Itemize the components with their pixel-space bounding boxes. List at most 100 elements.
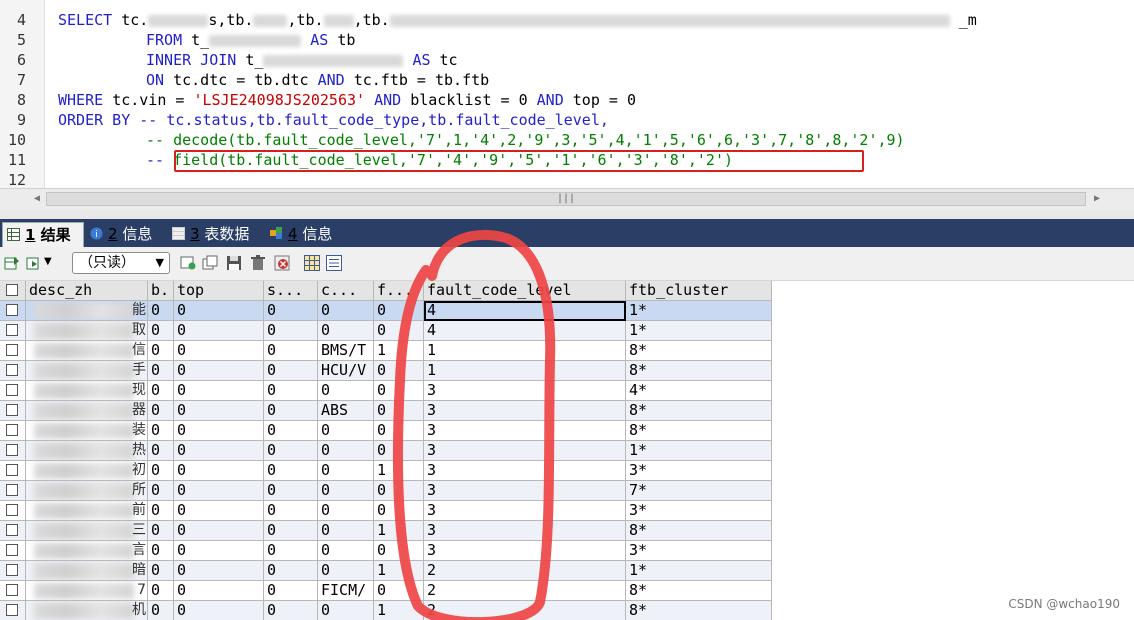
- table-cell[interactable]: 8*: [626, 421, 772, 441]
- row-checkbox[interactable]: [6, 524, 18, 536]
- table-cell[interactable]: 4: [424, 301, 626, 321]
- table-cell[interactable]: 8*: [626, 581, 772, 601]
- table-cell[interactable]: 7: [26, 581, 148, 601]
- table-cell[interactable]: 2: [424, 561, 626, 581]
- table-cell[interactable]: 0: [374, 541, 424, 561]
- table-cell[interactable]: 0: [174, 401, 264, 421]
- table-cell[interactable]: 手: [26, 361, 148, 381]
- row-checkbox-cell[interactable]: [0, 501, 26, 521]
- table-cell[interactable]: 8*: [626, 401, 772, 421]
- table-cell[interactable]: 1: [374, 561, 424, 581]
- table-cell[interactable]: 3*: [626, 541, 772, 561]
- row-checkbox[interactable]: [6, 424, 18, 436]
- table-cell[interactable]: 7*: [626, 481, 772, 501]
- table-cell[interactable]: 0: [318, 541, 374, 561]
- row-checkbox-cell[interactable]: [0, 461, 26, 481]
- table-cell[interactable]: 8*: [626, 361, 772, 381]
- table-cell[interactable]: 0: [264, 321, 318, 341]
- table-cell[interactable]: 0: [264, 361, 318, 381]
- table-cell[interactable]: 0: [148, 541, 174, 561]
- table-cell[interactable]: 0: [318, 601, 374, 620]
- table-cell[interactable]: 0: [148, 381, 174, 401]
- table-cell[interactable]: 0: [264, 521, 318, 541]
- row-checkbox[interactable]: [6, 484, 18, 496]
- row-checkbox[interactable]: [6, 604, 18, 616]
- select-all-checkbox-cell[interactable]: [0, 281, 26, 301]
- row-checkbox[interactable]: [6, 564, 18, 576]
- table-cell[interactable]: 3: [424, 381, 626, 401]
- column-header[interactable]: ftb_cluster: [626, 281, 772, 301]
- row-checkbox-cell[interactable]: [0, 601, 26, 620]
- table-cell[interactable]: 4*: [626, 381, 772, 401]
- table-cell[interactable]: 4: [424, 321, 626, 341]
- table-cell[interactable]: 0: [264, 341, 318, 361]
- table-cell[interactable]: 0: [174, 541, 264, 561]
- table-cell[interactable]: 0: [174, 421, 264, 441]
- row-checkbox-cell[interactable]: [0, 441, 26, 461]
- row-checkbox-cell[interactable]: [0, 521, 26, 541]
- row-checkbox-cell[interactable]: [0, 421, 26, 441]
- tab-messages-1[interactable]: i 2 信息: [86, 222, 166, 247]
- table-cell[interactable]: 1*: [626, 301, 772, 321]
- table-cell[interactable]: 0: [374, 361, 424, 381]
- table-cell[interactable]: 信: [26, 341, 148, 361]
- table-cell[interactable]: 0: [374, 581, 424, 601]
- table-cell[interactable]: HCU/V: [318, 361, 374, 381]
- table-cell[interactable]: 0: [148, 361, 174, 381]
- row-checkbox-cell[interactable]: [0, 541, 26, 561]
- scroll-right-icon[interactable]: ▶: [1090, 192, 1104, 206]
- table-cell[interactable]: 0: [374, 321, 424, 341]
- result-grid[interactable]: desc_zh b. top s... c... f... fault_code_level…: [0, 281, 772, 620]
- table-cell[interactable]: 1: [374, 521, 424, 541]
- row-checkbox-cell[interactable]: [0, 581, 26, 601]
- table-cell[interactable]: 0: [318, 521, 374, 541]
- table-cell[interactable]: 3: [424, 461, 626, 481]
- sql-editor[interactable]: 4 5 6 7 8 9 10 11 12 SELECT tc. s,tb. ,tb.…: [0, 0, 1134, 188]
- column-header[interactable]: s...: [264, 281, 318, 301]
- row-checkbox[interactable]: [6, 324, 18, 336]
- table-cell[interactable]: 言: [26, 541, 148, 561]
- table-cell[interactable]: 0: [264, 561, 318, 581]
- table-cell[interactable]: 0: [264, 581, 318, 601]
- table-cell[interactable]: 0: [318, 561, 374, 581]
- table-cell[interactable]: 3: [424, 501, 626, 521]
- table-cell[interactable]: 0: [174, 361, 264, 381]
- table-cell[interactable]: 能: [26, 301, 148, 321]
- table-cell[interactable]: 3: [424, 401, 626, 421]
- table-cell[interactable]: 2: [424, 581, 626, 601]
- table-cell[interactable]: BMS/T: [318, 341, 374, 361]
- table-cell[interactable]: 0: [374, 501, 424, 521]
- table-cell[interactable]: 前: [26, 501, 148, 521]
- table-cell[interactable]: 3*: [626, 501, 772, 521]
- table-cell[interactable]: 热: [26, 441, 148, 461]
- table-cell[interactable]: 0: [148, 421, 174, 441]
- table-cell[interactable]: 0: [318, 481, 374, 501]
- table-cell[interactable]: 0: [148, 341, 174, 361]
- table-cell[interactable]: 0: [374, 301, 424, 321]
- table-cell[interactable]: 8*: [626, 521, 772, 541]
- column-header[interactable]: fault_code_level: [424, 281, 626, 301]
- table-cell[interactable]: 0: [148, 501, 174, 521]
- scrollbar-thumb[interactable]: |||: [46, 192, 1086, 206]
- scroll-left-icon[interactable]: ◀: [30, 192, 44, 206]
- table-cell[interactable]: 1: [424, 361, 626, 381]
- table-cell[interactable]: 0: [374, 421, 424, 441]
- table-cell[interactable]: 0: [174, 321, 264, 341]
- table-cell[interactable]: 3: [424, 521, 626, 541]
- table-cell[interactable]: 0: [148, 441, 174, 461]
- import-icon[interactable]: [26, 255, 42, 271]
- table-cell[interactable]: 0: [374, 441, 424, 461]
- table-cell[interactable]: 0: [148, 301, 174, 321]
- table-cell[interactable]: 0: [374, 401, 424, 421]
- table-cell[interactable]: 0: [264, 541, 318, 561]
- table-cell[interactable]: 0: [174, 461, 264, 481]
- row-checkbox[interactable]: [6, 364, 18, 376]
- row-checkbox[interactable]: [6, 384, 18, 396]
- table-cell[interactable]: 0: [174, 561, 264, 581]
- row-checkbox[interactable]: [6, 304, 18, 316]
- table-cell[interactable]: 0: [174, 581, 264, 601]
- row-checkbox[interactable]: [6, 584, 18, 596]
- table-cell[interactable]: 0: [148, 401, 174, 421]
- select-all-checkbox[interactable]: [6, 284, 18, 296]
- table-cell[interactable]: 机: [26, 601, 148, 620]
